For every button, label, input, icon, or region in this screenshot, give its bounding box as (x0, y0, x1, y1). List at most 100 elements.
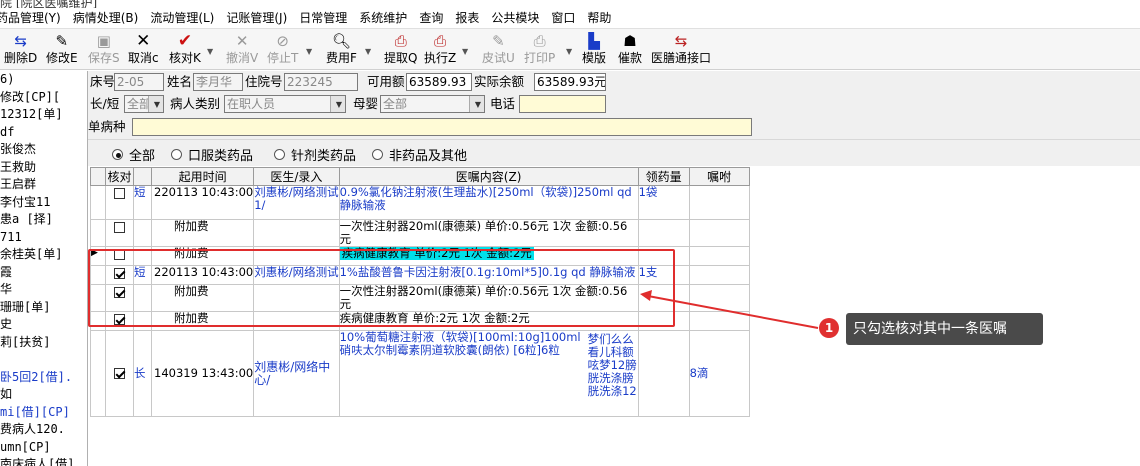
edit-button[interactable]: ✎ 修改E (46, 31, 78, 69)
header-verify[interactable]: 核对 (105, 167, 134, 186)
stop-button[interactable]: ⊘ 停止T (267, 31, 298, 69)
list-item[interactable]: 李付宝11 (0, 194, 87, 212)
checkbox-checked-icon[interactable] (114, 287, 125, 298)
verify-cell[interactable] (105, 185, 134, 220)
print-button[interactable]: ⎙ 打印P (524, 31, 555, 69)
verify-cell[interactable] (105, 284, 134, 312)
list-item[interactable]: 史 (0, 316, 87, 334)
menu-window[interactable]: 窗口 (545, 8, 581, 28)
urge-payment-button[interactable]: ☗ 催款 (618, 31, 642, 69)
header-start-time[interactable]: 起用时间 (150, 167, 255, 186)
patient-category-select[interactable]: 在职人员 ▼ (224, 95, 346, 113)
template-button[interactable]: ▙ 模版 (582, 31, 606, 69)
single-disease-field[interactable] (132, 118, 752, 136)
checkbox-unchecked-icon[interactable] (114, 188, 125, 199)
table-row[interactable]: 短 220113 10:43:00 刘惠彬/网络测试1/ 0.9%氯化钠注射液(… (90, 185, 750, 220)
execute-dropdown-icon[interactable]: ▼ (462, 47, 468, 56)
row-indicator (90, 311, 106, 331)
phone-field[interactable] (519, 95, 606, 113)
verify-dropdown-icon[interactable]: ▼ (207, 47, 213, 56)
filter-all-radio[interactable]: 全部 (112, 145, 155, 164)
filter-injection-radio[interactable]: 针剂类药品 (274, 145, 356, 164)
list-item[interactable]: 霞 (0, 264, 87, 282)
verify-cell[interactable] (105, 246, 134, 266)
list-item[interactable]: df (0, 124, 87, 142)
table-row[interactable]: 短 220113 10:43:00 刘惠彬/网络测试 1%盐酸普鲁卡因注射液[0… (90, 265, 750, 285)
table-row[interactable]: ▶ 附加费 疾病健康教育 单价:2元 1次 金额:2元 (90, 246, 750, 266)
delete-button[interactable]: ⇆ 删除D (4, 31, 37, 69)
list-item[interactable] (0, 351, 87, 369)
header-quantity[interactable]: 领药量 (637, 167, 690, 186)
checkbox-unchecked-icon[interactable] (114, 222, 125, 233)
fee-button[interactable]: 🔍︎ 费用F (326, 31, 357, 69)
print-dropdown-icon[interactable]: ▼ (566, 47, 572, 56)
table-row[interactable]: 附加费 一次性注射器20ml(康德莱) 单价:0.56元 1次 金额:0.56元 (90, 284, 750, 312)
menu-condition[interactable]: 病情处理(B) (67, 8, 145, 28)
admission-field[interactable]: 223245 (284, 73, 358, 91)
list-item[interactable]: umn[CP] (0, 439, 87, 457)
revoke-button[interactable]: ✕ 撤消V (226, 31, 258, 69)
list-item[interactable]: 患a [择] (0, 211, 87, 229)
checkbox-checked-icon[interactable] (114, 314, 125, 325)
header-note[interactable]: 嘱咐 (688, 167, 750, 186)
bed-field[interactable]: 2-05 (114, 73, 164, 91)
list-item[interactable]: 张俊杰 (0, 141, 87, 159)
name-field[interactable]: 李月华 (193, 73, 243, 91)
list-item[interactable]: 费病人120. (0, 421, 87, 439)
list-item[interactable]: 修改[CP][ (0, 89, 87, 107)
list-item[interactable]: mi[借][CP] (0, 404, 87, 422)
header-content[interactable]: 医嘱内容(Z) (338, 167, 639, 186)
list-item[interactable]: 711 (0, 229, 87, 247)
filter-non-drug-radio[interactable]: 非药品及其他 (372, 145, 467, 164)
verify-cell[interactable] (105, 330, 134, 417)
filter-all-label: 全部 (129, 149, 156, 164)
table-row[interactable]: 长 140319 13:43:00 刘惠彬/网络中心/ 10%葡萄糖注射液（软袋… (90, 330, 750, 417)
stop-dropdown-icon[interactable]: ▼ (306, 47, 312, 56)
menu-flow[interactable]: 流动管理(L) (144, 8, 220, 28)
selected-content-text: 疾病健康教育 单价:2元 1次 金额:2元 (340, 246, 534, 260)
list-item[interactable]: 南床病人[借] (0, 456, 87, 466)
list-item[interactable]: 卧5回2[借]. (0, 369, 87, 387)
save-button[interactable]: ▣ 保存S (88, 31, 120, 69)
list-item[interactable]: 余桂英[单] (0, 246, 87, 264)
meal-interface-button[interactable]: ⇆ 医膳通接口 (651, 31, 711, 69)
header-doctor[interactable]: 医生/录入 (253, 167, 340, 186)
filter-oral-radio[interactable]: 口服类药品 (171, 145, 253, 164)
menu-public[interactable]: 公共模块 (485, 8, 545, 28)
verify-cell[interactable] (105, 265, 134, 285)
list-item[interactable]: 珊珊[单] (0, 299, 87, 317)
list-item[interactable]: 莉[扶贫] (0, 334, 87, 352)
menu-report[interactable]: 报表 (449, 8, 485, 28)
cancel-button[interactable]: ✕ 取消c (128, 31, 159, 69)
menu-query[interactable]: 查询 (413, 8, 449, 28)
menu-daily[interactable]: 日常管理 (293, 8, 353, 28)
list-item[interactable]: 王启群 (0, 176, 87, 194)
menu-system[interactable]: 系统维护 (353, 8, 413, 28)
available-field[interactable]: 63589.93 (406, 73, 472, 91)
checkbox-checked-icon[interactable] (114, 268, 125, 279)
menu-billing[interactable]: 记账管理(J) (220, 8, 293, 28)
mother-baby-select[interactable]: 全部 ▼ (380, 95, 485, 113)
list-item[interactable]: 12312[单] (0, 106, 87, 124)
quantity-cell (637, 330, 690, 417)
fee-dropdown-icon[interactable]: ▼ (365, 47, 371, 56)
menu-drugs[interactable]: 药品管理(Y) (0, 8, 67, 28)
execute-button[interactable]: ⎙ 执行Z (424, 31, 456, 69)
list-item[interactable]: 王救助 (0, 159, 87, 177)
verify-button[interactable]: ✔ 核对K (169, 31, 201, 69)
checkbox-checked-icon[interactable] (114, 367, 125, 379)
long-short-select[interactable]: 全部 ▼ (124, 95, 164, 113)
checkbox-unchecked-icon[interactable] (114, 249, 125, 260)
actual-balance-field[interactable]: 63589.93元 (534, 73, 606, 91)
verify-cell[interactable] (105, 311, 134, 331)
list-item[interactable]: 华 (0, 281, 87, 299)
list-item[interactable]: 如 (0, 386, 87, 404)
verify-cell[interactable] (105, 219, 134, 247)
table-row[interactable]: 附加费 疾病健康教育 单价:2元 1次 金额:2元 (90, 311, 750, 331)
list-item[interactable]: 6) (0, 71, 87, 89)
table-row[interactable]: 附加费 一次性注射器20ml(康德莱) 单价:0.56元 1次 金额:0.56元 (90, 219, 750, 247)
withdraw-button[interactable]: ⎙ 提取Q (384, 31, 417, 69)
content-cell: 10%葡萄糖注射液（软袋)[100ml:10g]100ml 硝呋太尔制霉素阴道软… (338, 330, 639, 417)
menu-help[interactable]: 帮助 (581, 8, 617, 28)
skin-test-button[interactable]: ✎ 皮试U (482, 31, 515, 69)
